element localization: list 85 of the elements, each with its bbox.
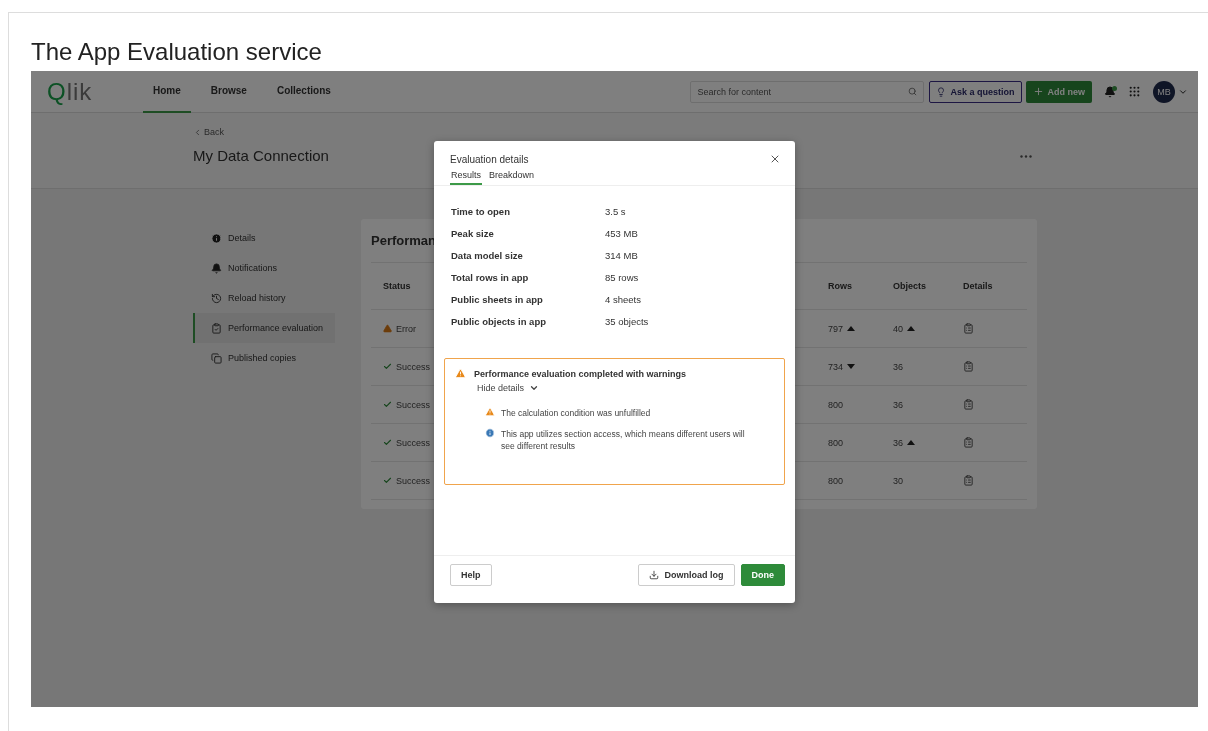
grid-icon: [1128, 85, 1141, 98]
metric-value: 3.5 s: [605, 205, 627, 217]
add-new-button[interactable]: Add new: [1025, 80, 1092, 103]
check-icon: [383, 400, 392, 409]
table-cell: 734: [828, 361, 893, 372]
clipboard-icon[interactable]: [963, 437, 974, 448]
clipboard-icon[interactable]: [963, 361, 974, 372]
alert-title: Performance evaluation completed with warnings: [474, 368, 687, 379]
check-icon: [383, 362, 392, 371]
avatar[interactable]: MB: [1153, 80, 1175, 103]
page-heading: My Data Connection: [193, 147, 329, 164]
table-cell: 40: [893, 323, 963, 334]
ask-question-button[interactable]: Ask a question: [929, 80, 1022, 103]
details-toggle[interactable]: Hide details: [477, 383, 540, 393]
back-link[interactable]: Back: [193, 127, 1198, 137]
sidebar-item[interactable]: Reload history: [193, 283, 335, 313]
clipboard-icon: [211, 322, 222, 334]
column-header: Status: [383, 281, 412, 291]
column-header: Objects: [893, 281, 927, 291]
check-icon: [383, 476, 392, 485]
nav-tab[interactable]: Collections: [266, 71, 341, 113]
clipboard-icon[interactable]: [963, 399, 974, 410]
bell-icon: [211, 262, 222, 274]
metric-label: Public objects in app: [451, 315, 547, 327]
tab[interactable]: Breakdown: [488, 170, 536, 185]
metric-value: 85 rows: [605, 271, 640, 283]
metric-value: 4 sheets: [605, 293, 642, 305]
table-cell: 797: [828, 323, 893, 334]
up-triangle-icon: [907, 440, 915, 445]
metric-value: 314 MB: [605, 249, 639, 261]
metric-label: Data model size: [451, 249, 524, 261]
info-icon: [211, 232, 222, 244]
copies-icon: [211, 352, 222, 364]
check-icon: [383, 438, 392, 447]
logo: Qlik: [47, 77, 94, 106]
table-cell-text: 36: [893, 361, 904, 372]
notifications-button[interactable]: [1104, 85, 1116, 98]
metric-label: Total rows in app: [451, 271, 530, 283]
tab[interactable]: Results: [450, 170, 482, 185]
sidebar-item[interactable]: Details: [193, 223, 335, 253]
chevron-left-icon: [193, 127, 202, 137]
table-cell-text: 36: [893, 399, 904, 410]
apps-button[interactable]: [1128, 85, 1141, 98]
metric-value: 35 objects: [605, 315, 650, 327]
chevron-icon: [529, 383, 540, 393]
up-triangle-icon: [907, 326, 915, 331]
download-icon: [648, 569, 659, 580]
warning-icon: [383, 324, 392, 333]
done-button[interactable]: Done: [740, 563, 785, 586]
more-icon[interactable]: [1020, 155, 1032, 158]
metric-label: Public sheets in app: [451, 293, 544, 305]
up-triangle-icon: [847, 326, 856, 331]
clipboard-icon[interactable]: [963, 475, 974, 486]
sidebar-item[interactable]: Published copies: [193, 343, 335, 373]
sidebar-item[interactable]: Notifications: [193, 253, 335, 283]
metric-value: 453 MB: [605, 227, 639, 239]
warning-icon: [455, 368, 466, 379]
page-title: The App Evaluation service: [31, 37, 323, 67]
warning-icon: [485, 407, 495, 417]
history-icon: [211, 292, 222, 304]
plus-icon: [1032, 86, 1044, 97]
help-button[interactable]: Help: [450, 563, 492, 586]
table-cell-text: 800: [828, 475, 845, 486]
column-header: Details: [963, 281, 994, 291]
metric-label: Peak size: [451, 227, 495, 239]
search-icon: [908, 87, 918, 96]
down-triangle-icon: [847, 364, 856, 369]
modal-title: Evaluation details: [450, 154, 529, 165]
nav-tab[interactable]: Browse: [200, 71, 257, 113]
alert-message: The calculation condition was unfulfilled: [501, 407, 652, 419]
clipboard-icon[interactable]: [963, 323, 974, 334]
bell-icon: [1104, 85, 1116, 98]
column-header: Rows: [828, 281, 853, 291]
sidebar-item[interactable]: Performance evaluation: [193, 313, 335, 343]
table-cell-text: 800: [828, 437, 845, 448]
table-cell-text: 800: [828, 399, 845, 410]
table-cell: 36: [893, 437, 963, 448]
table-cell-text: 30: [893, 475, 904, 486]
alert-message: This app utilizes section access, which means different users will see different results: [501, 428, 746, 452]
search-field[interactable]: Search for content: [690, 80, 925, 103]
close-icon[interactable]: [769, 153, 781, 165]
info-icon: [485, 428, 495, 438]
lightbulb-icon: [936, 86, 947, 97]
metric-label: Time to open: [451, 205, 511, 217]
download-log-button[interactable]: Download log: [637, 563, 735, 586]
